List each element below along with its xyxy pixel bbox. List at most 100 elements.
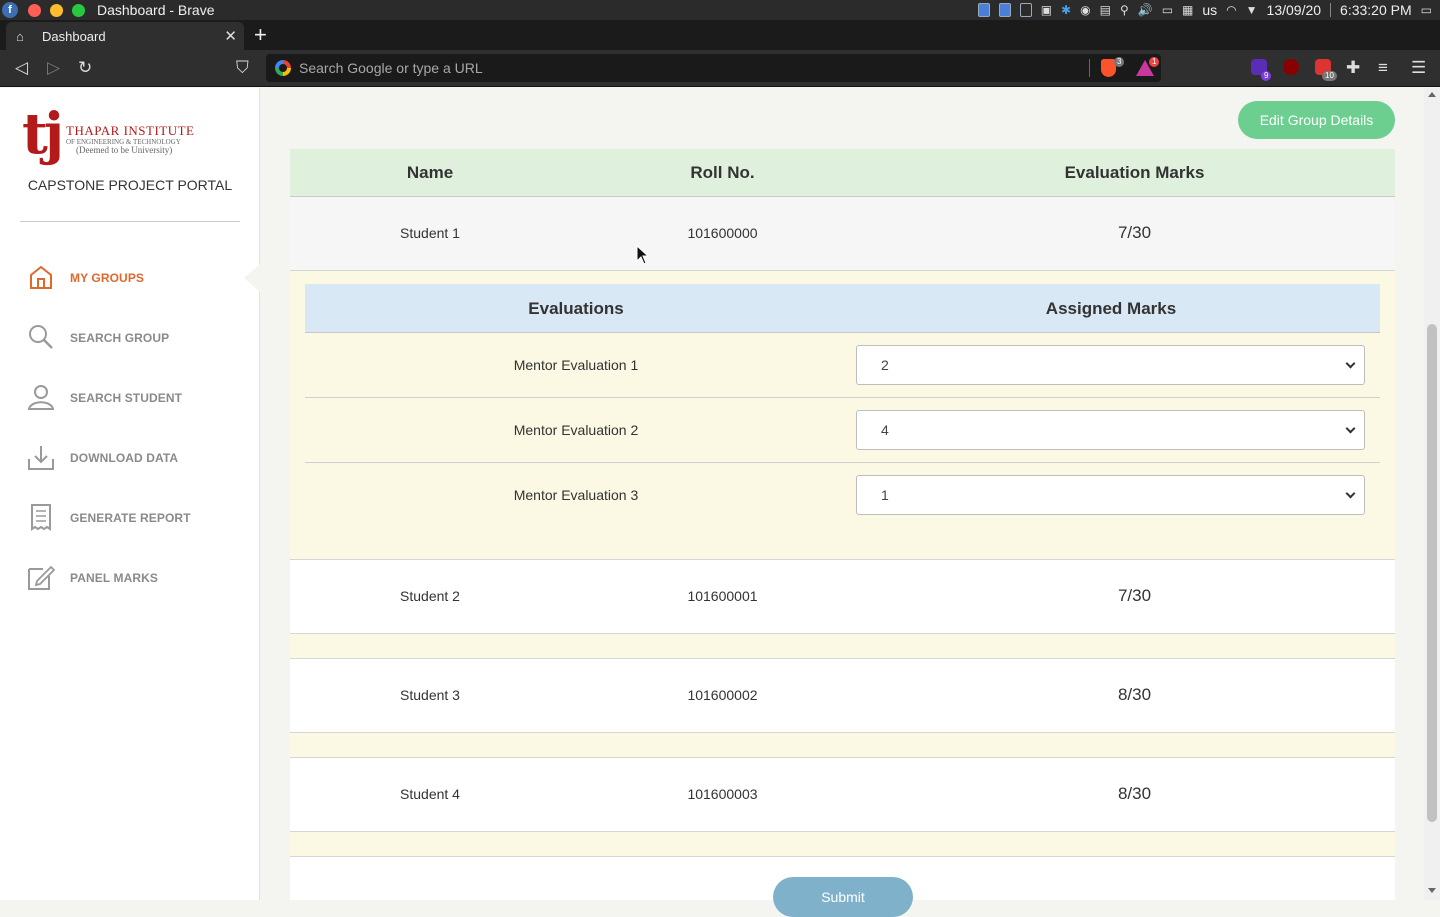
table-row[interactable]: Student 1 101600000 7/30 <box>290 197 1395 271</box>
tab-strip: ⌂ Dashboard ✕ + <box>0 20 1440 50</box>
report-icon <box>31 504 51 531</box>
bluetooth-icon[interactable]: ✱ <box>1061 3 1071 17</box>
student-roll: 101600001 <box>687 588 758 604</box>
student-name: Student 3 <box>400 687 460 703</box>
marks-select[interactable]: 4 <box>856 410 1365 450</box>
scroll-down-icon[interactable] <box>1428 888 1436 893</box>
home-icon <box>30 265 52 289</box>
wifi-icon[interactable]: ◠ <box>1226 3 1236 17</box>
time-text[interactable]: 6:33:20 PM <box>1340 2 1412 18</box>
reload-icon[interactable]: ↻ <box>78 58 92 78</box>
group-table: Name Roll No. Evaluation Marks Student 1… <box>290 149 1395 857</box>
sidebar-item-download-data[interactable]: DOWNLOAD DATA <box>0 428 260 488</box>
chevron-down-icon <box>1345 423 1356 434</box>
table-row[interactable]: Student 4 101600003 8/30 <box>290 758 1395 832</box>
student-roll: 101600000 <box>687 225 758 241</box>
sidebar: tj THAPAR INSTITUTE OF ENGINEERING & TEC… <box>0 88 260 900</box>
header-marks: Evaluation Marks <box>1064 162 1205 182</box>
marks-select[interactable]: 1 <box>856 475 1365 515</box>
volume-icon[interactable]: 🔊 <box>1138 3 1153 17</box>
user-icon <box>27 385 55 410</box>
sidebar-item-label: SEARCH GROUP <box>70 331 170 345</box>
scroll-up-icon[interactable] <box>1428 92 1436 97</box>
dropdown-arrow-icon[interactable]: ▼ <box>1246 3 1258 17</box>
screenshot-icon[interactable]: ▣ <box>1041 3 1052 17</box>
student-marks: 8/30 <box>1117 784 1152 803</box>
chevron-down-icon <box>1345 358 1356 369</box>
calendar-icon[interactable]: ▭ <box>1421 3 1432 17</box>
close-tab-icon[interactable]: ✕ <box>224 27 237 45</box>
page-scrollbar[interactable] <box>1424 88 1440 900</box>
table-row[interactable]: Student 3 101600002 8/30 <box>290 659 1395 733</box>
header-assigned-marks: Assigned Marks <box>1045 299 1177 318</box>
clipboard-icon[interactable]: ▤ <box>1100 3 1111 17</box>
address-placeholder: Search Google or type a URL <box>299 60 483 76</box>
student-name: Student 2 <box>400 588 460 604</box>
extensions-puzzle-icon[interactable]: ✚ <box>1346 58 1360 78</box>
institute-deemed: (Deemed to be University) <box>76 145 173 155</box>
keyboard-layout[interactable]: us <box>1202 2 1217 18</box>
tray-separator <box>1330 3 1332 17</box>
extension-3-badge: 10 <box>1322 71 1337 81</box>
page-content: tj THAPAR INSTITUTE OF ENGINEERING & TEC… <box>0 88 1440 917</box>
student-name: Student 4 <box>400 786 460 802</box>
close-window-button[interactable] <box>28 3 41 17</box>
tab-dashboard[interactable]: ⌂ Dashboard ✕ <box>6 22 244 50</box>
sidebar-item-search-student[interactable]: SEARCH STUDENT <box>0 368 260 428</box>
maximize-window-button[interactable] <box>72 3 85 17</box>
sidebar-item-generate-report[interactable]: GENERATE REPORT <box>0 488 260 548</box>
new-tab-icon[interactable]: + <box>254 22 267 48</box>
edit-group-details-button[interactable]: Edit Group Details <box>1238 101 1395 139</box>
fedora-logo-icon[interactable]: f <box>2 2 18 18</box>
table-header: Name Roll No. Evaluation Marks <box>290 149 1395 197</box>
sidebar-item-label: DOWNLOAD DATA <box>70 451 179 465</box>
bookmark-icon[interactable]: ⛉ <box>236 58 249 78</box>
logo-letters: tj <box>22 101 64 167</box>
sidebar-item-label: MY GROUPS <box>70 271 145 285</box>
date-text[interactable]: 13/09/20 <box>1267 2 1322 18</box>
marks-select[interactable]: 2 <box>856 345 1365 385</box>
media-icon[interactable]: ◉ <box>1080 3 1090 17</box>
location-icon[interactable]: ⚲ <box>1120 3 1129 17</box>
menu-icon[interactable]: ☰ <box>1411 58 1426 78</box>
sidebar-divider <box>20 221 240 222</box>
workspace-2-icon[interactable] <box>998 3 1011 17</box>
sidebar-menu: MY GROUPS SEARCH GROUP SEARCH STUDENT DO… <box>0 248 260 608</box>
workspace-1-icon[interactable] <box>977 3 990 17</box>
scroll-thumb[interactable] <box>1427 324 1437 822</box>
home-favicon-icon: ⌂ <box>16 28 24 44</box>
ublock-icon[interactable] <box>1283 59 1299 75</box>
battery-icon[interactable]: ▭ <box>1162 3 1173 17</box>
header-name: Name <box>406 162 454 182</box>
workspace-3-icon[interactable] <box>1019 3 1032 17</box>
forward-icon[interactable]: ▷ <box>47 58 60 78</box>
institute-logo[interactable]: tj THAPAR INSTITUTE OF ENGINEERING & TEC… <box>22 106 222 166</box>
media-queue-icon[interactable]: ≡ <box>1378 58 1388 78</box>
submit-button[interactable]: Submit <box>773 877 913 917</box>
system-tray: ▣ ✱ ◉ ▤ ⚲ 🔊 ▭ ▦ us ◠ ▼ 13/09/20 6:33:20 … <box>977 0 1432 20</box>
portal-title: CAPSTONE PROJECT PORTAL <box>27 177 233 193</box>
student-roll: 101600003 <box>687 786 758 802</box>
sidebar-item-my-groups[interactable]: MY GROUPS <box>0 248 260 308</box>
selected-marks: 4 <box>881 422 889 438</box>
os-top-bar: f Dashboard - Brave ▣ ✱ ◉ ▤ ⚲ 🔊 ▭ ▦ us ◠… <box>0 0 1440 20</box>
table-row[interactable]: Student 2 101600001 7/30 <box>290 560 1395 634</box>
expanded-evaluations: Evaluations Assigned Marks Mentor Evalua… <box>290 271 1395 560</box>
chevron-down-icon <box>1345 488 1356 499</box>
address-divider <box>1089 59 1090 77</box>
search-icon <box>29 325 53 349</box>
sidebar-item-panel-marks[interactable]: PANEL MARKS <box>0 548 260 608</box>
row-spacer <box>290 832 1395 857</box>
row-spacer <box>290 634 1395 659</box>
mouse-cursor-icon <box>636 245 650 265</box>
back-icon[interactable]: ◁ <box>15 58 28 78</box>
student-name: Student 1 <box>400 225 460 241</box>
sidebar-item-search-group[interactable]: SEARCH GROUP <box>0 308 260 368</box>
display-icon[interactable]: ▦ <box>1182 3 1193 17</box>
address-bar[interactable]: Search Google or type a URL 3 1 <box>266 54 1161 82</box>
minimize-window-button[interactable] <box>50 3 63 17</box>
window-controls <box>28 3 85 17</box>
extension-1-badge: 9 <box>1261 71 1272 81</box>
student-marks: 7/30 <box>1117 586 1152 605</box>
evaluations-header: Evaluations Assigned Marks <box>305 284 1380 333</box>
